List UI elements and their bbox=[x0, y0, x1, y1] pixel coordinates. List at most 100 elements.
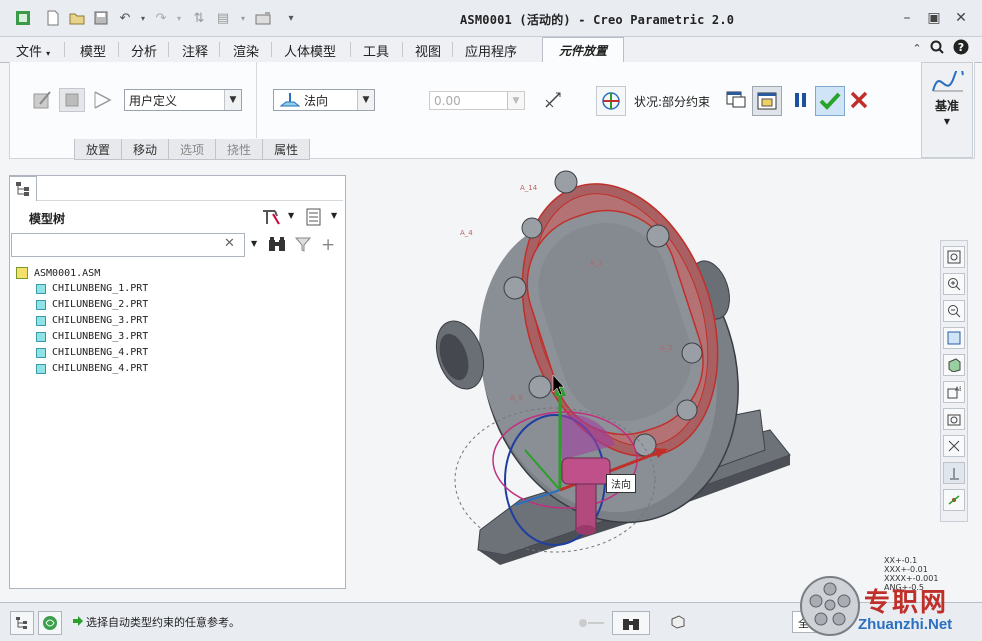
app-icon[interactable] bbox=[14, 9, 32, 27]
tolerance-line: XXX+-0.01 bbox=[884, 565, 928, 574]
toggle-navigator-icon[interactable] bbox=[10, 611, 34, 635]
browser-toggle-icon[interactable] bbox=[38, 611, 62, 635]
datum-group[interactable]: 基准 ▼ bbox=[921, 62, 973, 158]
mechanism-connection-icon[interactable] bbox=[92, 90, 114, 113]
confirm-button[interactable] bbox=[815, 86, 845, 116]
tree-part-item[interactable]: CHILUNBENG_4.PRT bbox=[36, 363, 148, 374]
minimize-icon[interactable]: – bbox=[897, 9, 917, 27]
zoom-in-icon[interactable] bbox=[943, 273, 965, 295]
tree-part-item[interactable]: CHILUNBENG_4.PRT bbox=[36, 347, 148, 358]
settings-dropdown-icon[interactable]: ▼ bbox=[288, 211, 294, 220]
settings-icon[interactable] bbox=[261, 208, 283, 229]
maximize-icon[interactable]: ▣ bbox=[924, 9, 944, 27]
tree-part-item[interactable]: CHILUNBENG_2.PRT bbox=[36, 299, 148, 310]
menu-annotate[interactable]: 注释 bbox=[182, 41, 208, 60]
use-interface-icon[interactable] bbox=[32, 90, 54, 113]
placement-icon[interactable] bbox=[59, 88, 85, 112]
status-text: 状况:部分约束 bbox=[634, 95, 711, 109]
redo-dropdown-icon[interactable]: ▾ bbox=[170, 9, 188, 27]
selection-filter-icon[interactable] bbox=[664, 611, 692, 633]
collapse-ribbon-icon[interactable]: ⌃ bbox=[907, 39, 927, 57]
watermark-url: Zhuanzhi.Net bbox=[858, 616, 953, 633]
new-file-icon[interactable] bbox=[44, 9, 62, 27]
menu-render[interactable]: 渲染 bbox=[233, 41, 259, 60]
add-column-icon[interactable]: + bbox=[321, 235, 335, 255]
windows-icon[interactable]: ▤ bbox=[214, 9, 232, 27]
svg-text:AB: AB bbox=[955, 386, 961, 393]
datum-display-icon[interactable] bbox=[943, 435, 965, 457]
part-icon bbox=[36, 315, 46, 326]
search-input[interactable] bbox=[11, 233, 245, 257]
saved-views-icon[interactable]: AB bbox=[943, 381, 965, 403]
watermark-title: 专职网 bbox=[864, 588, 949, 618]
search-dropdown-icon[interactable]: ▼ bbox=[251, 239, 257, 248]
help-icon[interactable]: ? bbox=[951, 38, 971, 56]
redo-icon[interactable]: ↷ bbox=[152, 9, 170, 27]
show-dropdown-icon[interactable]: ▼ bbox=[331, 211, 337, 220]
menu-file[interactable]: 文件 ▾ bbox=[16, 41, 50, 60]
part-label: CHILUNBENG_2.PRT bbox=[52, 299, 149, 310]
tab-model-tree[interactable] bbox=[9, 176, 37, 201]
constraint-set-dropdown[interactable]: 用户定义 ▼ bbox=[124, 89, 242, 111]
close-window-icon[interactable] bbox=[254, 9, 272, 27]
find-icon[interactable] bbox=[268, 236, 286, 255]
customize-qat-icon[interactable]: ▾ bbox=[282, 9, 300, 27]
subtab-move[interactable]: 移动 bbox=[121, 139, 170, 160]
save-icon[interactable] bbox=[92, 9, 110, 27]
constraint-tooltip: 法向 bbox=[606, 474, 636, 493]
find-button[interactable] bbox=[612, 611, 650, 635]
subtab-placement[interactable]: 放置 bbox=[74, 139, 123, 160]
move-component-icon[interactable] bbox=[596, 86, 626, 116]
spin-center-icon[interactable] bbox=[943, 489, 965, 511]
open-folder-icon[interactable] bbox=[68, 9, 86, 27]
menu-view[interactable]: 视图 bbox=[415, 41, 441, 60]
filter-icon[interactable] bbox=[294, 236, 312, 255]
cancel-button[interactable] bbox=[850, 91, 868, 112]
zoom-out-icon[interactable] bbox=[943, 300, 965, 322]
pause-icon[interactable] bbox=[794, 92, 808, 111]
binoculars-icon bbox=[623, 619, 639, 630]
menu-applications[interactable]: 应用程序 bbox=[465, 41, 517, 60]
smart-selection-icon[interactable] bbox=[578, 617, 606, 631]
tab-component-placement[interactable]: 元件放置 bbox=[542, 37, 624, 63]
part-label: CHILUNBENG_4.PRT bbox=[52, 347, 149, 358]
chevron-down-icon: ▼ bbox=[943, 117, 951, 126]
part-icon bbox=[36, 299, 46, 310]
svg-text:A_4: A_4 bbox=[460, 229, 473, 237]
chevron-down-icon: ▼ bbox=[357, 90, 374, 110]
subtab-flexibility[interactable]: 挠性 bbox=[215, 139, 264, 160]
annotation-display-icon[interactable] bbox=[943, 462, 965, 484]
search-icon[interactable] bbox=[927, 38, 947, 56]
menu-tools[interactable]: 工具 bbox=[363, 41, 389, 60]
assembly-window-icon[interactable] bbox=[752, 86, 782, 116]
menu-analysis[interactable]: 分析 bbox=[131, 41, 157, 60]
clear-search-icon[interactable]: ✕ bbox=[224, 236, 235, 251]
display-style-icon[interactable] bbox=[943, 354, 965, 376]
tree-root-item[interactable]: ASM0001.ASM bbox=[16, 267, 100, 279]
regenerate-icon[interactable]: ⇅ bbox=[190, 9, 208, 27]
menu-bar: 文件 ▾ 模型 分析 注释 渲染 人体模型 工具 视图 应用程序 元件放置 ⌃ … bbox=[0, 37, 982, 63]
offset-input[interactable]: 0.00 ▼ bbox=[429, 91, 525, 110]
title-bar: ↶ ▾ ↷ ▾ ⇅ ▤ ▾ ▾ ASM0001 (活动的) - Creo Par… bbox=[0, 0, 982, 37]
tree-part-item[interactable]: CHILUNBENG_3.PRT bbox=[36, 331, 148, 342]
separate-window-icon[interactable] bbox=[726, 89, 748, 112]
undo-dropdown-icon[interactable]: ▾ bbox=[134, 9, 152, 27]
repaint-icon[interactable] bbox=[943, 327, 965, 349]
datum-label: 基准 bbox=[934, 99, 959, 113]
menu-manikin[interactable]: 人体模型 bbox=[284, 41, 336, 60]
constraint-type-dropdown[interactable]: 法向 ▼ bbox=[273, 89, 375, 111]
subtab-properties[interactable]: 属性 bbox=[262, 139, 311, 160]
subtab-options[interactable]: 选项 bbox=[168, 139, 217, 160]
menu-model[interactable]: 模型 bbox=[80, 41, 106, 60]
tree-part-item[interactable]: CHILUNBENG_1.PRT bbox=[36, 283, 148, 294]
graphics-viewport[interactable]: A_14 A_4 A_6 A_3 A_9 A_2 bbox=[350, 160, 932, 600]
chevron-down-icon: ▼ bbox=[224, 90, 241, 110]
view-manager-icon[interactable] bbox=[943, 408, 965, 430]
close-icon[interactable]: ✕ bbox=[951, 9, 971, 27]
show-icon[interactable] bbox=[306, 208, 322, 229]
windows-dropdown-icon[interactable]: ▾ bbox=[234, 9, 252, 27]
refit-icon[interactable] bbox=[943, 246, 965, 268]
undo-icon[interactable]: ↶ bbox=[116, 9, 134, 27]
flip-constraint-icon[interactable] bbox=[543, 90, 563, 113]
tree-part-item[interactable]: CHILUNBENG_3.PRT bbox=[36, 315, 148, 326]
